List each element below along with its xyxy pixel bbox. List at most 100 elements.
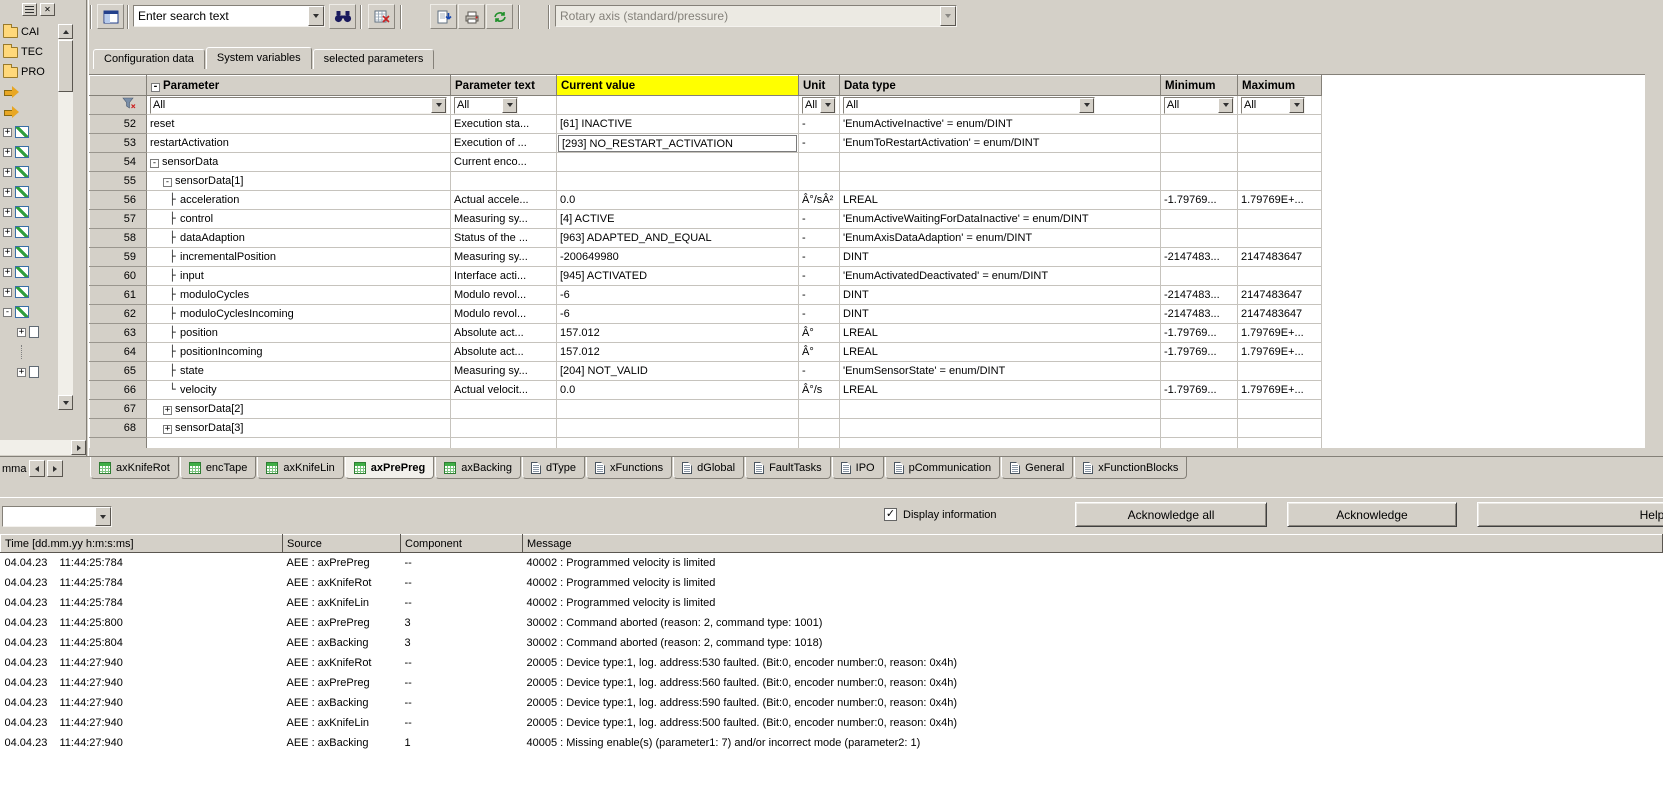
filter-combo-parameter-text[interactable]: All xyxy=(454,97,518,114)
row-number-cell[interactable]: 64 xyxy=(90,343,147,362)
tree-item[interactable]: + xyxy=(0,362,86,382)
alarm-row[interactable]: 04.04.2311:44:27:940AEE : axKnifeRot--20… xyxy=(1,653,1663,673)
current-value-cell[interactable] xyxy=(557,438,799,449)
alarm-row[interactable]: 04.04.2311:44:25:800AEE : axPrePreg33000… xyxy=(1,613,1663,633)
sheet-tab-enctape[interactable]: encTape xyxy=(180,457,257,479)
alarm-row[interactable]: 04.04.2311:44:25:784AEE : axKnifeLin--40… xyxy=(1,593,1663,613)
row-number-cell[interactable]: 57 xyxy=(90,210,147,229)
navigator-menu-button[interactable] xyxy=(22,3,37,16)
search-input[interactable]: Enter search text xyxy=(134,9,308,23)
alarm-row[interactable]: 04.04.2311:44:25:804AEE : axBacking33000… xyxy=(1,633,1663,653)
search-combo[interactable]: Enter search text xyxy=(133,5,325,27)
column-header-component[interactable]: Component xyxy=(401,535,523,553)
row-number-cell[interactable] xyxy=(90,438,147,449)
dropdown-arrow-button[interactable] xyxy=(820,98,835,113)
parameter-name-cell[interactable] xyxy=(147,438,451,449)
row-expand-box[interactable]: + xyxy=(163,406,172,415)
tree-item[interactable]: + xyxy=(0,182,86,202)
filter-combo-unit[interactable]: All xyxy=(802,97,836,114)
current-value-cell[interactable] xyxy=(557,400,799,419)
row-number-cell[interactable]: 63 xyxy=(90,324,147,343)
row-number-cell[interactable]: 65 xyxy=(90,362,147,381)
alarm-row[interactable]: 04.04.2311:44:27:940AEE : axBacking--200… xyxy=(1,693,1663,713)
row-number-cell[interactable]: 58 xyxy=(90,229,147,248)
current-value-cell[interactable]: 157.012 xyxy=(557,343,799,362)
dropdown-arrow-button[interactable] xyxy=(502,98,517,113)
acknowledge-button[interactable]: Acknowledge xyxy=(1287,502,1457,527)
row-number-cell[interactable]: 67 xyxy=(90,400,147,419)
tree-item[interactable]: + xyxy=(0,282,86,302)
tree-item[interactable]: + xyxy=(0,122,86,142)
row-number-cell[interactable]: 62 xyxy=(90,305,147,324)
parameter-name-cell[interactable]: └velocity xyxy=(147,381,451,400)
tree-expand-box[interactable]: + xyxy=(17,328,26,337)
dropdown-arrow-button[interactable] xyxy=(95,507,111,526)
print-button[interactable] xyxy=(458,4,485,29)
sheet-tab-axknifelin[interactable]: axKnifeLin xyxy=(257,457,343,479)
scroll-up-button[interactable] xyxy=(58,24,73,39)
parameter-name-cell[interactable]: reset xyxy=(147,115,451,134)
current-value-cell[interactable] xyxy=(557,153,799,172)
tree-horizontal-scrollbar[interactable] xyxy=(0,440,86,455)
row-number-cell[interactable]: 59 xyxy=(90,248,147,267)
parameter-name-cell[interactable]: ├control xyxy=(147,210,451,229)
alarm-row[interactable]: 04.04.2311:44:27:940AEE : axBacking14000… xyxy=(1,733,1663,753)
sheet-tab-axprepreg[interactable]: axPrePreg xyxy=(345,457,434,479)
tree-item[interactable]: + xyxy=(0,242,86,262)
column-header-source[interactable]: Source xyxy=(283,535,401,553)
sheet-tab-axkniferot[interactable]: axKnifeRot xyxy=(90,457,179,479)
current-value-cell[interactable]: 157.012 xyxy=(557,324,799,343)
display-information-checkbox[interactable]: ✓ Display information xyxy=(884,508,997,521)
current-value-cell[interactable] xyxy=(557,419,799,438)
tree-item[interactable]: + xyxy=(0,162,86,182)
parameter-name-cell[interactable]: ├acceleration xyxy=(147,191,451,210)
tree-item[interactable]: + xyxy=(0,222,86,242)
find-button[interactable] xyxy=(329,4,356,29)
tree-expand-box[interactable]: + xyxy=(3,228,12,237)
tab-configuration-data[interactable]: Configuration data xyxy=(93,49,205,69)
row-number-cell[interactable]: 61 xyxy=(90,286,147,305)
tree-item[interactable]: + xyxy=(0,262,86,282)
tab-scroll-right-button[interactable] xyxy=(47,460,63,477)
sheet-tab-dglobal[interactable]: dGlobal xyxy=(673,457,744,479)
sheet-tab-general[interactable]: General xyxy=(1001,457,1073,479)
compare-button[interactable] xyxy=(368,4,395,29)
row-expand-box[interactable]: - xyxy=(150,159,159,168)
parameter-name-cell[interactable]: ├incrementalPosition xyxy=(147,248,451,267)
sheet-tab-axbacking[interactable]: axBacking xyxy=(435,457,521,479)
current-value-cell[interactable]: [293] NO_RESTART_ACTIVATION xyxy=(557,134,799,153)
filter-combo-minimum[interactable]: All xyxy=(1164,97,1234,114)
sheet-tab-xfunctions[interactable]: xFunctions xyxy=(586,457,672,479)
parameter-name-cell[interactable]: ├dataAdaption xyxy=(147,229,451,248)
parameter-name-cell[interactable]: +sensorData[2] xyxy=(147,400,451,419)
scroll-right-button[interactable] xyxy=(71,440,86,455)
tree-expand-box[interactable]: + xyxy=(3,168,12,177)
sync-button[interactable] xyxy=(486,4,513,29)
tree-expand-box[interactable]: + xyxy=(3,188,12,197)
tree-item[interactable]: + xyxy=(0,202,86,222)
column-header-minimum[interactable]: Minimum xyxy=(1161,76,1238,96)
search-dropdown-button[interactable] xyxy=(308,6,324,26)
scroll-down-button[interactable] xyxy=(58,395,73,410)
tree-expand-box[interactable]: + xyxy=(3,268,12,277)
current-value-cell[interactable] xyxy=(557,172,799,191)
collapse-all-box[interactable]: - xyxy=(151,83,160,92)
tree-vertical-scrollbar[interactable] xyxy=(58,24,73,410)
scrollbar-thumb[interactable] xyxy=(58,40,73,92)
navigator-close-button[interactable]: ✕ xyxy=(40,3,55,16)
tree-item[interactable] xyxy=(0,82,86,102)
row-number-cell[interactable]: 55 xyxy=(90,172,147,191)
parameter-name-cell[interactable]: ├positionIncoming xyxy=(147,343,451,362)
filter-combo-data-type[interactable]: All xyxy=(843,97,1095,114)
tree-item[interactable]: TEC xyxy=(0,42,86,62)
tab-scroll-left-button[interactable] xyxy=(29,460,45,477)
current-value-cell[interactable]: -6 xyxy=(557,286,799,305)
row-number-cell[interactable]: 60 xyxy=(90,267,147,286)
current-value-cell[interactable]: -6 xyxy=(557,305,799,324)
tree-item[interactable]: - xyxy=(0,302,86,322)
column-header-maximum[interactable]: Maximum xyxy=(1238,76,1322,96)
current-value-cell[interactable]: [61] INACTIVE xyxy=(557,115,799,134)
current-value-cell[interactable]: [963] ADAPTED_AND_EQUAL xyxy=(557,229,799,248)
sheet-tab-pcommunication[interactable]: pCommunication xyxy=(885,457,1001,479)
column-header-unit[interactable]: Unit xyxy=(799,76,840,96)
